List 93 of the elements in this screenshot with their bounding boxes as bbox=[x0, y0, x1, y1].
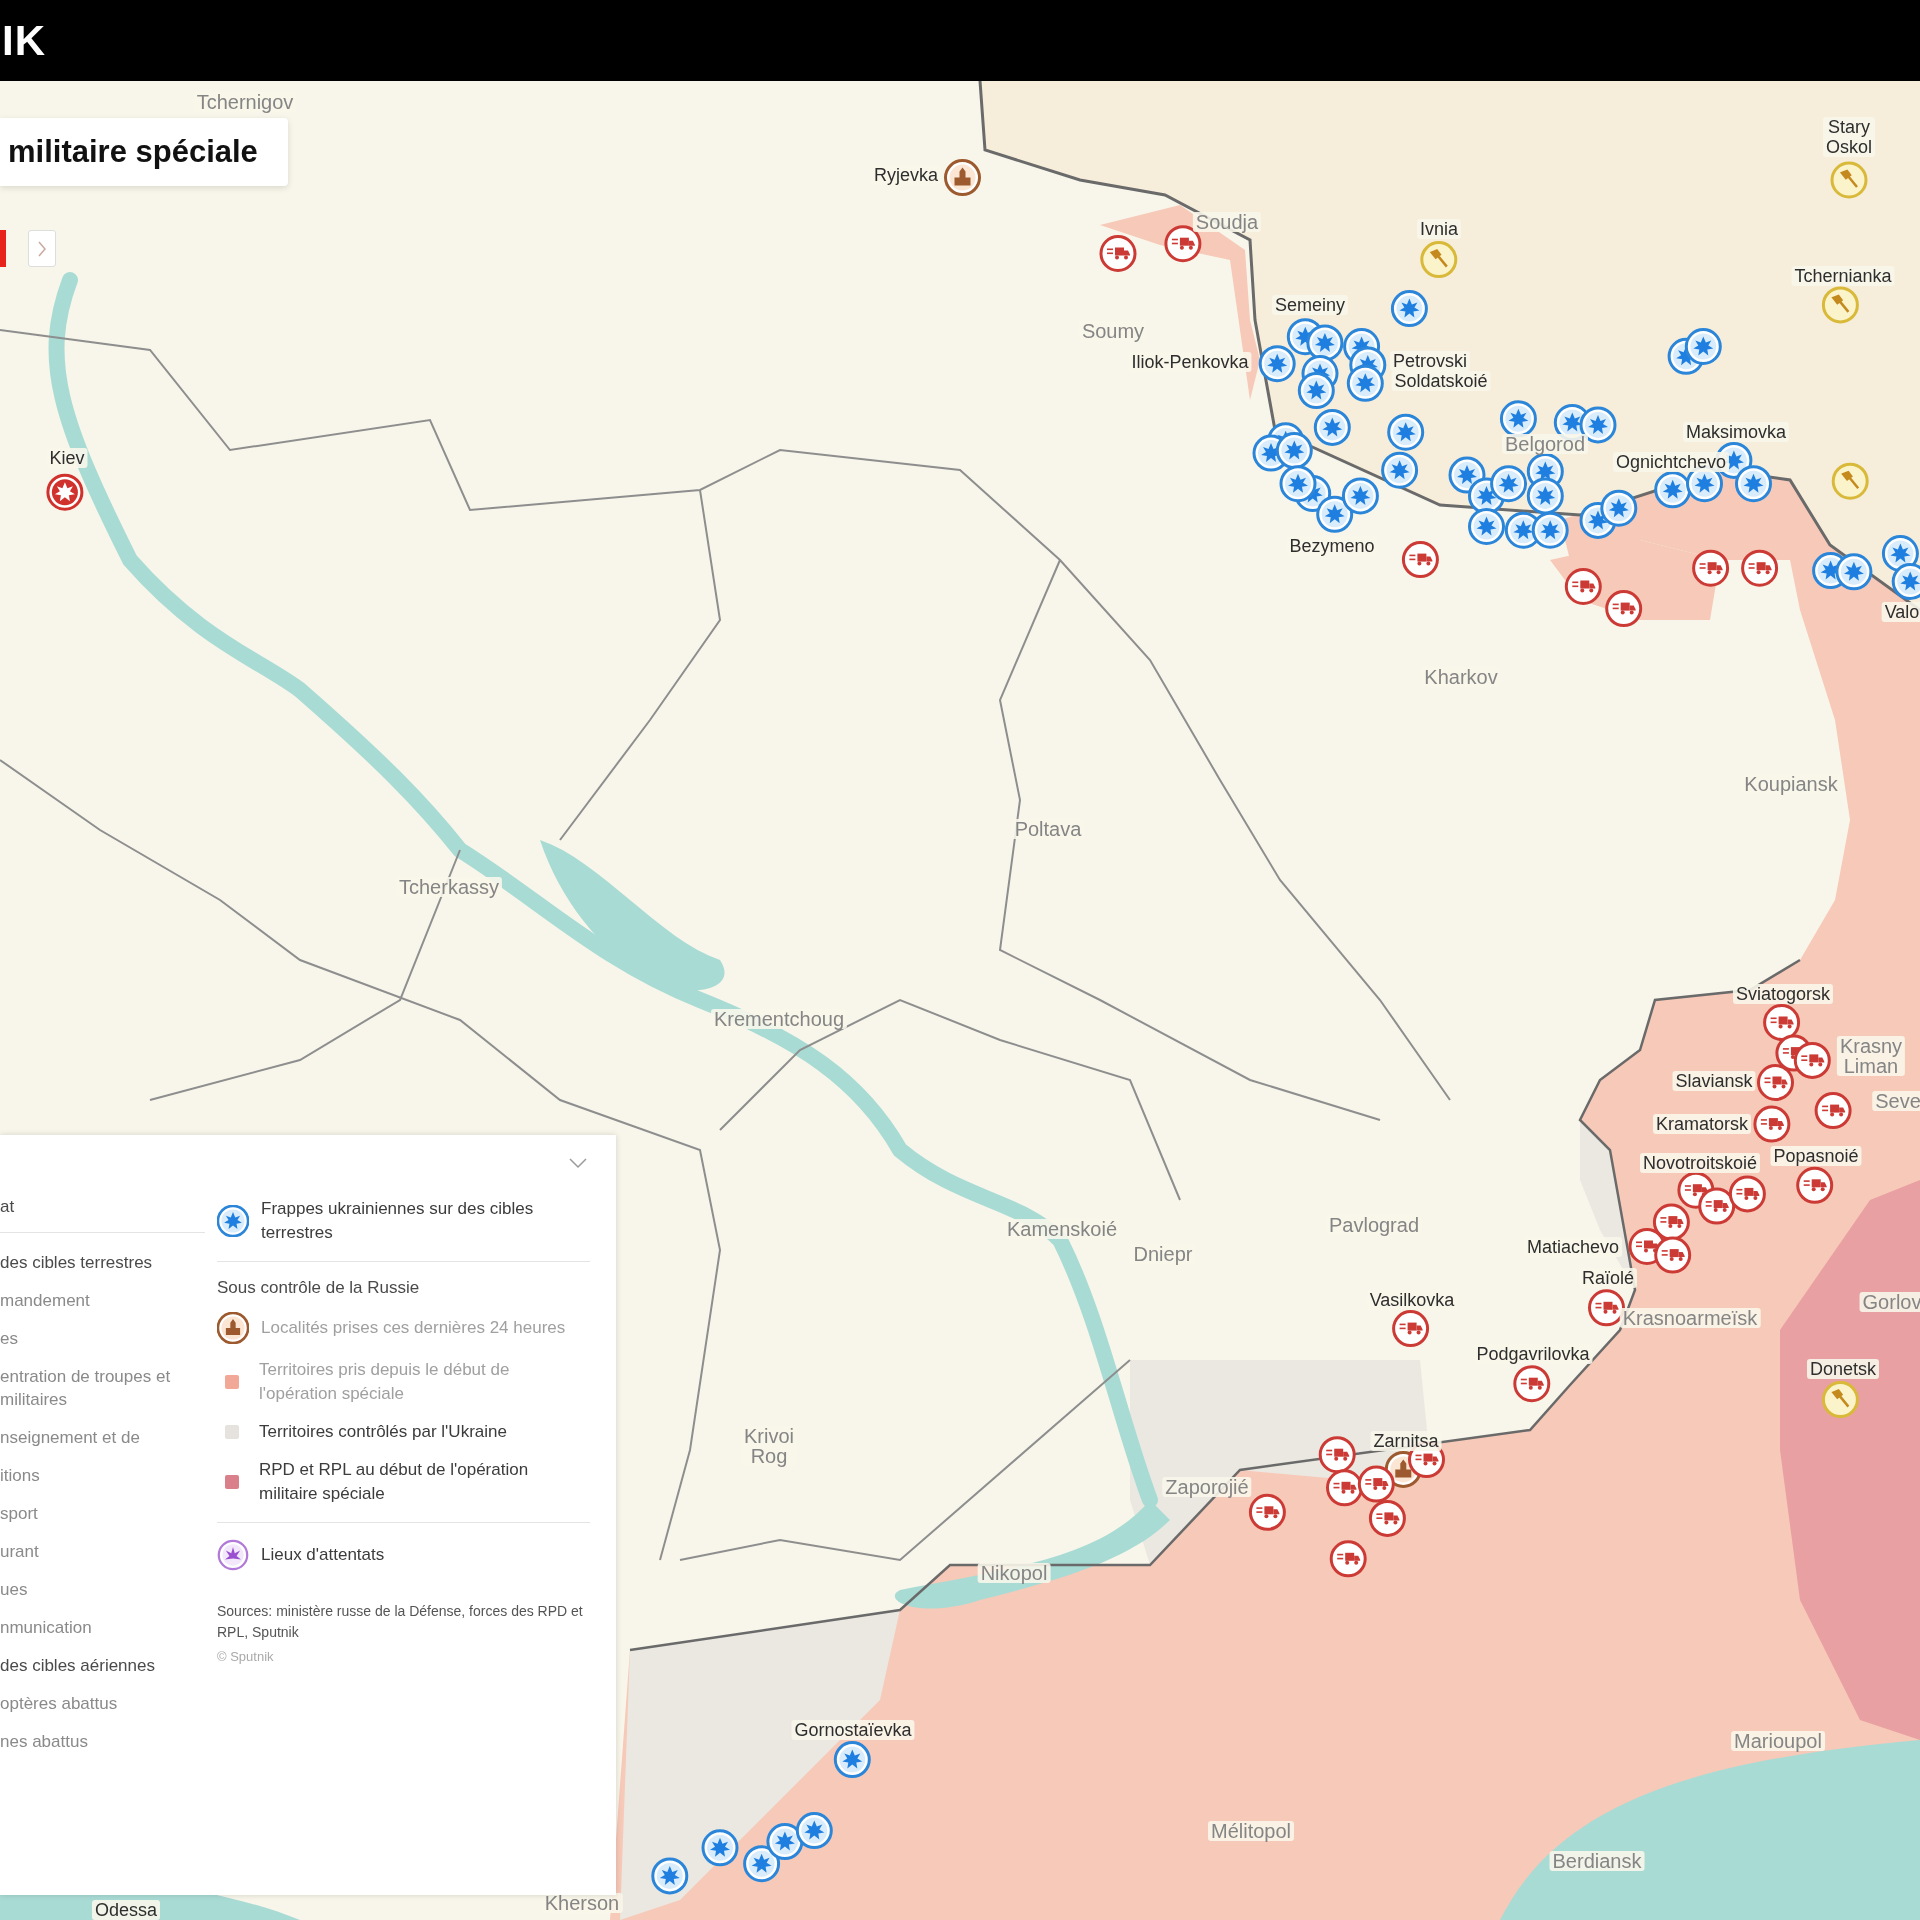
building-marker[interactable] bbox=[944, 159, 981, 197]
place-label: Krementchoug bbox=[710, 1009, 848, 1029]
starburst-marker[interactable] bbox=[651, 1857, 689, 1895]
place-label: Sviatogorsk bbox=[1733, 984, 1833, 1004]
legend-item[interactable]: des cibles terrestres bbox=[0, 1251, 205, 1274]
building-icon bbox=[217, 1312, 249, 1344]
starburst-marker[interactable] bbox=[1531, 511, 1569, 549]
place-label: Kramatorsk bbox=[1653, 1114, 1751, 1134]
tool-marker[interactable] bbox=[1821, 286, 1859, 324]
place-label: Gornostaïevka bbox=[791, 1720, 915, 1740]
legend-item[interactable]: Lieux d'attentats bbox=[261, 1543, 385, 1567]
legend-item[interactable]: des cibles aériennes bbox=[0, 1654, 205, 1677]
truck-marker[interactable] bbox=[1796, 1166, 1834, 1204]
legend-heading: Sous contrôle de la Russie bbox=[217, 1278, 421, 1298]
starburst-marker[interactable] bbox=[1835, 553, 1873, 591]
map-title: militaire spéciale bbox=[0, 118, 288, 186]
place-label: Zaporojié bbox=[1162, 1477, 1252, 1497]
starburst-marker[interactable] bbox=[701, 1829, 739, 1867]
chevron-icon bbox=[568, 1157, 588, 1169]
sources-text: Sources: ministère russe de la Défense, forces des RPD et RPL, Sputnik bbox=[217, 1602, 584, 1642]
place-label: Odessa bbox=[92, 1900, 160, 1920]
place-label: Berdiansk bbox=[1549, 1851, 1645, 1871]
legend-item[interactable]: optères abattus bbox=[0, 1692, 205, 1715]
legend-item[interactable]: entration de troupes et militaires bbox=[0, 1365, 205, 1411]
place-label: Poltava bbox=[1011, 819, 1085, 839]
legend-item[interactable]: RPD et RPL au début de l'opération militaire spéciale bbox=[259, 1458, 590, 1506]
place-label: Mélitopol bbox=[1208, 1821, 1294, 1841]
starburst-marker[interactable] bbox=[1279, 465, 1317, 503]
place-label: Novotroitskoié bbox=[1640, 1153, 1760, 1173]
place-label: Belgorod bbox=[1501, 434, 1589, 454]
truck-marker[interactable] bbox=[1401, 541, 1439, 579]
starburst-marker[interactable] bbox=[1341, 477, 1379, 515]
legend-item[interactable]: at bbox=[0, 1195, 205, 1218]
legend-item[interactable]: nes abattus bbox=[0, 1730, 205, 1753]
place-label: Ognichtchevo bbox=[1612, 452, 1730, 472]
truck-marker[interactable] bbox=[1099, 235, 1137, 272]
place-label: Marioupol bbox=[1731, 1731, 1825, 1751]
place-label: Maksimovka bbox=[1683, 422, 1789, 442]
place-label: Ivnia bbox=[1417, 219, 1461, 239]
legend-item[interactable]: mandement bbox=[0, 1289, 205, 1312]
place-label: Soudja bbox=[1192, 212, 1262, 232]
truck-marker[interactable] bbox=[1357, 1465, 1395, 1503]
starburst-marker[interactable] bbox=[1490, 465, 1528, 503]
chevron-icon bbox=[37, 239, 47, 258]
truck-marker[interactable] bbox=[1753, 1105, 1791, 1143]
legend-item[interactable]: urant bbox=[0, 1540, 205, 1563]
copyright-text: © Sputnik bbox=[217, 1649, 275, 1664]
legend-item[interactable]: Territoires contrôlés par l'Ukraine bbox=[259, 1420, 507, 1444]
truck-marker[interactable] bbox=[1513, 1365, 1551, 1403]
truck-marker[interactable] bbox=[1588, 1289, 1625, 1327]
truck-marker[interactable] bbox=[1605, 590, 1643, 628]
place-label: Donetsk bbox=[1807, 1359, 1879, 1379]
truck-marker[interactable] bbox=[1248, 1493, 1286, 1531]
starburst-marker[interactable] bbox=[1381, 451, 1419, 489]
place-label: Zarnitsa bbox=[1370, 1431, 1442, 1451]
legend-item[interactable]: ues bbox=[0, 1578, 205, 1601]
starburst-marker[interactable] bbox=[1258, 345, 1296, 383]
starburst-marker[interactable] bbox=[1600, 489, 1638, 527]
logo[interactable]: IK bbox=[0, 16, 46, 65]
place-label: Soldatskoié bbox=[1391, 371, 1491, 391]
place-label: Slaviansk bbox=[1672, 1071, 1756, 1091]
truck-marker[interactable] bbox=[1392, 1310, 1430, 1348]
place-label: Stary Oskol bbox=[1823, 117, 1875, 157]
starburst-marker[interactable] bbox=[1468, 508, 1505, 545]
truck-marker[interactable] bbox=[1692, 549, 1730, 587]
legend-item[interactable]: Territoires pris depuis le début de l'opération spéciale bbox=[259, 1358, 590, 1406]
tool-marker[interactable] bbox=[1831, 462, 1869, 500]
truck-marker[interactable] bbox=[1654, 1236, 1692, 1274]
place-label: Krasny Liman bbox=[1836, 1036, 1906, 1076]
place-label: Semeiny bbox=[1272, 295, 1348, 315]
place-label: Popasnoié bbox=[1770, 1146, 1862, 1166]
place-label: Valo bbox=[1881, 602, 1920, 622]
truck-marker[interactable] bbox=[1329, 1540, 1367, 1578]
place-label: Nikopol bbox=[977, 1563, 1051, 1583]
burst-icon bbox=[217, 1539, 249, 1571]
place-label: Petrovski bbox=[1390, 351, 1470, 371]
legend-item[interactable]: Frappes ukrainiennes sur des cibles terrestres bbox=[261, 1197, 590, 1245]
place-label: Seve bbox=[1872, 1091, 1920, 1111]
legend-item[interactable]: Localités prises ces dernières 24 heures bbox=[261, 1316, 566, 1340]
place-label: Krasnoarmeïsk bbox=[1619, 1308, 1761, 1328]
legend-item[interactable]: sport bbox=[0, 1502, 205, 1525]
place-label: Tchernianka bbox=[1791, 266, 1895, 286]
starburst-icon bbox=[217, 1205, 249, 1237]
tool-marker[interactable] bbox=[1830, 161, 1868, 199]
place-label: Tcherkassy bbox=[396, 877, 502, 897]
starburst-marker[interactable] bbox=[46, 473, 84, 511]
truck-marker[interactable] bbox=[1741, 549, 1779, 587]
starburst-marker[interactable] bbox=[1891, 563, 1920, 601]
legend-item[interactable]: es bbox=[0, 1327, 205, 1350]
legend-item[interactable]: nmunication bbox=[0, 1616, 205, 1639]
legend-item[interactable]: itions bbox=[0, 1464, 205, 1487]
legend-item[interactable]: nseignement et de bbox=[0, 1426, 205, 1449]
starburst-marker[interactable] bbox=[1387, 413, 1425, 451]
